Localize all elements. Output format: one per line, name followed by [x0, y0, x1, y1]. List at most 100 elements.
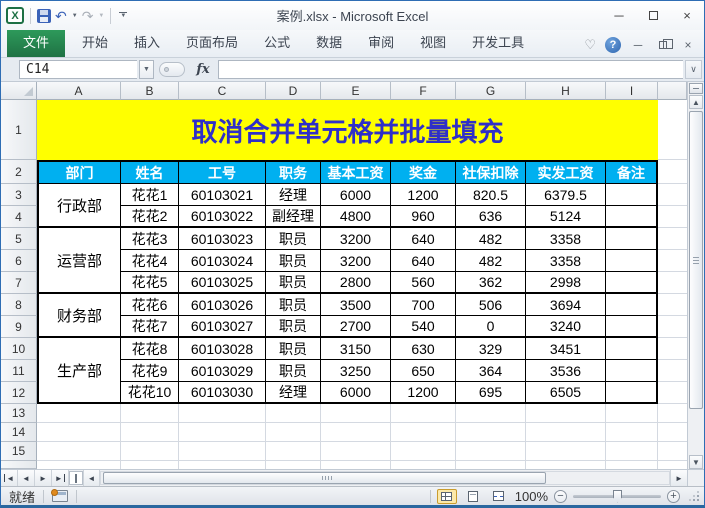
cell-D13[interactable]: [266, 404, 321, 423]
cell-G14[interactable]: [456, 423, 526, 442]
cell-G13[interactable]: [456, 404, 526, 423]
cell-F5[interactable]: 640: [391, 228, 456, 250]
cell-B10[interactable]: 花花8: [121, 338, 179, 360]
cell-F3[interactable]: 1200: [391, 184, 456, 206]
cell-C10[interactable]: 60103028: [179, 338, 266, 360]
cell-F6[interactable]: 640: [391, 250, 456, 272]
row-header-4[interactable]: 4: [1, 206, 37, 228]
maximize-button[interactable]: [636, 1, 670, 30]
cell-H2[interactable]: 实发工资: [526, 160, 606, 184]
cell-partial-row[interactable]: [606, 461, 658, 469]
cell-I4[interactable]: [606, 206, 658, 228]
zoom-slider-handle[interactable]: [613, 490, 622, 503]
cell-G8[interactable]: 506: [456, 294, 526, 316]
cell-E3[interactable]: 6000: [321, 184, 391, 206]
name-box-dropdown-icon[interactable]: ▼: [139, 60, 154, 79]
cell-D3[interactable]: 经理: [266, 184, 321, 206]
cell-partial-row[interactable]: [391, 461, 456, 469]
cell-A10-merged-dept[interactable]: 生产部: [37, 338, 121, 404]
row-header-15[interactable]: 15: [1, 442, 37, 461]
cell-C6[interactable]: 60103024: [179, 250, 266, 272]
cell-B3[interactable]: 花花1: [121, 184, 179, 206]
cell-C5[interactable]: 60103023: [179, 228, 266, 250]
page-layout-view-button[interactable]: [463, 489, 483, 504]
cell-B11[interactable]: 花花9: [121, 360, 179, 382]
cell-A15[interactable]: [37, 442, 121, 461]
row-header-partial[interactable]: [1, 461, 37, 469]
name-box[interactable]: C14: [19, 60, 137, 79]
cell-G6[interactable]: 482: [456, 250, 526, 272]
window-resize-grip[interactable]: [688, 490, 700, 502]
undo-button[interactable]: ↶: [55, 9, 67, 23]
cell-G4[interactable]: 636: [456, 206, 526, 228]
row-header-3[interactable]: 3: [1, 184, 37, 206]
cell-E11[interactable]: 3250: [321, 360, 391, 382]
cell-E12[interactable]: 6000: [321, 382, 391, 404]
cell-H7[interactable]: 2998: [526, 272, 606, 294]
cell-A1-merged-title[interactable]: 取消合并单元格并批量填充: [37, 100, 658, 160]
cell-H8[interactable]: 3694: [526, 294, 606, 316]
cell-I5[interactable]: [606, 228, 658, 250]
cell-B12[interactable]: 花花10: [121, 382, 179, 404]
scroll-right-button[interactable]: ►: [670, 470, 687, 486]
cell-H12[interactable]: 6505: [526, 382, 606, 404]
row-header-5[interactable]: 5: [1, 228, 37, 250]
row-header-12[interactable]: 12: [1, 382, 37, 404]
cell-C9[interactable]: 60103027: [179, 316, 266, 338]
cell-D11[interactable]: 职员: [266, 360, 321, 382]
excel-logo-icon[interactable]: X: [6, 7, 24, 24]
zoom-slider-track[interactable]: [573, 495, 661, 498]
cell-partial-column[interactable]: [658, 206, 687, 228]
cell-I7[interactable]: [606, 272, 658, 294]
cell-partial-column[interactable]: [658, 404, 687, 423]
column-header-G[interactable]: G: [456, 82, 526, 100]
select-all-corner[interactable]: [1, 82, 37, 100]
ribbon-tab-4[interactable]: 页面布局: [173, 27, 251, 57]
column-header-H[interactable]: H: [526, 82, 606, 100]
cell-partial-row[interactable]: [456, 461, 526, 469]
next-sheet-button[interactable]: ►: [35, 470, 52, 486]
cell-C14[interactable]: [179, 423, 266, 442]
ribbon-tab-9[interactable]: 开发工具: [459, 27, 537, 57]
cell-partial-column[interactable]: [658, 294, 687, 316]
help-button[interactable]: ?: [605, 37, 621, 53]
macro-record-button[interactable]: [52, 490, 68, 502]
cell-partial-column[interactable]: [658, 423, 687, 442]
cell-F2[interactable]: 奖金: [391, 160, 456, 184]
cell-B5[interactable]: 花花3: [121, 228, 179, 250]
insert-function-button[interactable]: fx: [190, 62, 216, 77]
column-header-E[interactable]: E: [321, 82, 391, 100]
cell-B14[interactable]: [121, 423, 179, 442]
cell-A8-merged-dept[interactable]: 财务部: [37, 294, 121, 338]
cell-E9[interactable]: 2700: [321, 316, 391, 338]
row-header-8[interactable]: 8: [1, 294, 37, 316]
redo-button[interactable]: ↷: [82, 9, 94, 23]
cell-B7[interactable]: 花花5: [121, 272, 179, 294]
horizontal-scroll-track[interactable]: [100, 471, 670, 485]
cell-D5[interactable]: 职员: [266, 228, 321, 250]
row-header-6[interactable]: 6: [1, 250, 37, 272]
cell-F12[interactable]: 1200: [391, 382, 456, 404]
column-header-A[interactable]: A: [37, 82, 121, 100]
customize-qat-button[interactable]: ▼: [119, 12, 127, 19]
cell-partial-column[interactable]: [658, 100, 687, 160]
cell-C4[interactable]: 60103022: [179, 206, 266, 228]
cell-E10[interactable]: 3150: [321, 338, 391, 360]
cell-D8[interactable]: 职员: [266, 294, 321, 316]
cell-B9[interactable]: 花花7: [121, 316, 179, 338]
vertical-scroll-thumb[interactable]: [689, 111, 703, 409]
formula-bar-grip[interactable]: [159, 62, 185, 77]
cell-partial-row[interactable]: [121, 461, 179, 469]
cell-F4[interactable]: 960: [391, 206, 456, 228]
redo-dropdown-icon[interactable]: ▼: [98, 13, 104, 19]
formula-input[interactable]: [218, 60, 683, 79]
cell-B6[interactable]: 花花4: [121, 250, 179, 272]
cell-I14[interactable]: [606, 423, 658, 442]
cell-E2[interactable]: 基本工资: [321, 160, 391, 184]
cell-B13[interactable]: [121, 404, 179, 423]
cell-D2[interactable]: 职务: [266, 160, 321, 184]
cell-partial-column[interactable]: [658, 316, 687, 338]
cell-D7[interactable]: 职员: [266, 272, 321, 294]
row-header-9[interactable]: 9: [1, 316, 37, 338]
cell-H10[interactable]: 3451: [526, 338, 606, 360]
